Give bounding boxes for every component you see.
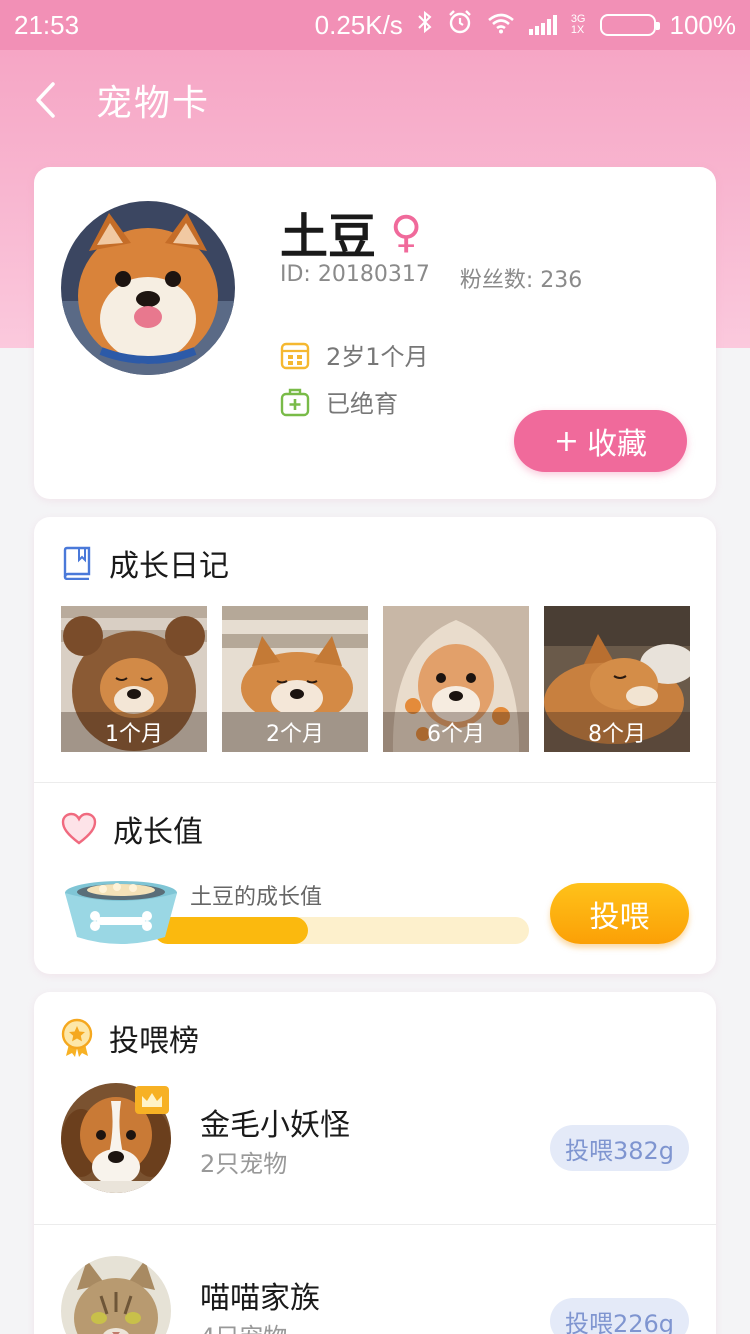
feed-amount-badge: 投喂382g bbox=[550, 1125, 689, 1171]
diary-photo-label: 2个月 bbox=[222, 712, 368, 752]
collect-button[interactable]: + 收藏 bbox=[514, 410, 687, 472]
heart-icon bbox=[61, 812, 97, 845]
diary-title: 成长日记 bbox=[109, 549, 229, 584]
status-indicators: 0.25K/s 3G 1X 100% bbox=[315, 9, 736, 42]
growth-title: 成长值 bbox=[113, 815, 203, 850]
crown-icon bbox=[135, 1086, 169, 1114]
female-icon: ♀ bbox=[390, 206, 423, 258]
feeding-ranking-card: 投喂榜 金毛小妖怪 2只宠物 投喂382g 喵喵家族 投喂226g bbox=[34, 992, 716, 1334]
wifi-icon bbox=[487, 10, 515, 41]
diary-photo[interactable]: 2个月 bbox=[222, 606, 368, 752]
diary-photo-label: 1个月 bbox=[61, 712, 207, 752]
signal-icon bbox=[528, 15, 557, 35]
network-type: 3G 1X bbox=[570, 13, 586, 36]
page-title: 宠物卡 bbox=[96, 83, 211, 124]
diary-photo-list: 1个月 2个月 6个月 8个月 bbox=[61, 606, 690, 752]
pet-name: 土豆 bbox=[280, 209, 377, 265]
neuter-status: 已绝育 bbox=[326, 390, 398, 418]
diary-photo-label: 6个月 bbox=[383, 712, 529, 752]
ranking-item[interactable]: 金毛小妖怪 2只宠物 投喂382g bbox=[34, 1052, 716, 1224]
growth-header: 成长值 bbox=[61, 807, 203, 851]
alarm-icon bbox=[447, 9, 473, 42]
diary-photo[interactable]: 6个月 bbox=[383, 606, 529, 752]
pet-age: 2岁1个月 bbox=[326, 343, 429, 371]
battery-icon bbox=[599, 14, 660, 36]
fans-count: 粉丝数: 236 bbox=[459, 268, 583, 293]
user-name: 金毛小妖怪 bbox=[200, 1108, 350, 1143]
diary-photo[interactable]: 1个月 bbox=[61, 606, 207, 752]
neuter-row: 已绝育 bbox=[280, 384, 398, 419]
diary-photo[interactable]: 8个月 bbox=[544, 606, 690, 752]
age-row: 2岁1个月 bbox=[280, 337, 429, 372]
growth-progress-bar bbox=[154, 917, 529, 944]
bluetooth-icon bbox=[417, 10, 433, 41]
pet-id: ID: 20180317 bbox=[280, 262, 430, 287]
collect-label: 收藏 bbox=[587, 427, 648, 462]
pet-meta: ID: 20180317 粉丝数: 236 bbox=[280, 262, 582, 294]
user-name: 喵喵家族 bbox=[200, 1281, 320, 1316]
growth-label: 土豆的成长值 bbox=[190, 885, 323, 910]
section-divider bbox=[34, 782, 716, 783]
user-pet-count: 4只宠物 bbox=[200, 1317, 287, 1334]
status-time: 21:53 bbox=[14, 9, 80, 40]
pet-bowl-icon bbox=[65, 881, 177, 944]
diary-header[interactable]: 成长日记 bbox=[61, 541, 229, 585]
plus-icon: + bbox=[553, 423, 580, 459]
back-button[interactable] bbox=[0, 50, 90, 150]
network-speed: 0.25K/s bbox=[314, 9, 403, 40]
book-icon bbox=[63, 546, 91, 580]
growth-card: 成长日记 1个月 2个月 6个月 8个月 成长值 土豆的成长值 投喂 bbox=[34, 517, 716, 974]
pet-avatar[interactable] bbox=[61, 201, 235, 375]
pet-name-row: 土豆 ♀ bbox=[280, 197, 422, 267]
user-pet-count: 2只宠物 bbox=[200, 1150, 288, 1178]
status-bar: 21:53 0.25K/s 3G 1X 100% bbox=[0, 0, 750, 50]
calendar-icon bbox=[280, 342, 310, 369]
feed-amount-badge: 投喂226g bbox=[550, 1298, 689, 1334]
pet-profile-card: 土豆 ♀ ID: 20180317 粉丝数: 236 2岁1个月 已绝育 + 收… bbox=[34, 167, 716, 499]
nav-bar: 宠物卡 bbox=[0, 50, 750, 150]
medical-kit-icon bbox=[280, 388, 310, 416]
diary-photo-label: 8个月 bbox=[544, 712, 690, 752]
chevron-left-icon bbox=[36, 82, 55, 118]
ranking-item[interactable]: 喵喵家族 4只宠物 投喂226g bbox=[34, 1225, 716, 1334]
user-avatar[interactable] bbox=[61, 1256, 171, 1334]
battery-percent: 100% bbox=[669, 9, 737, 40]
feed-button[interactable]: 投喂 bbox=[550, 883, 689, 944]
